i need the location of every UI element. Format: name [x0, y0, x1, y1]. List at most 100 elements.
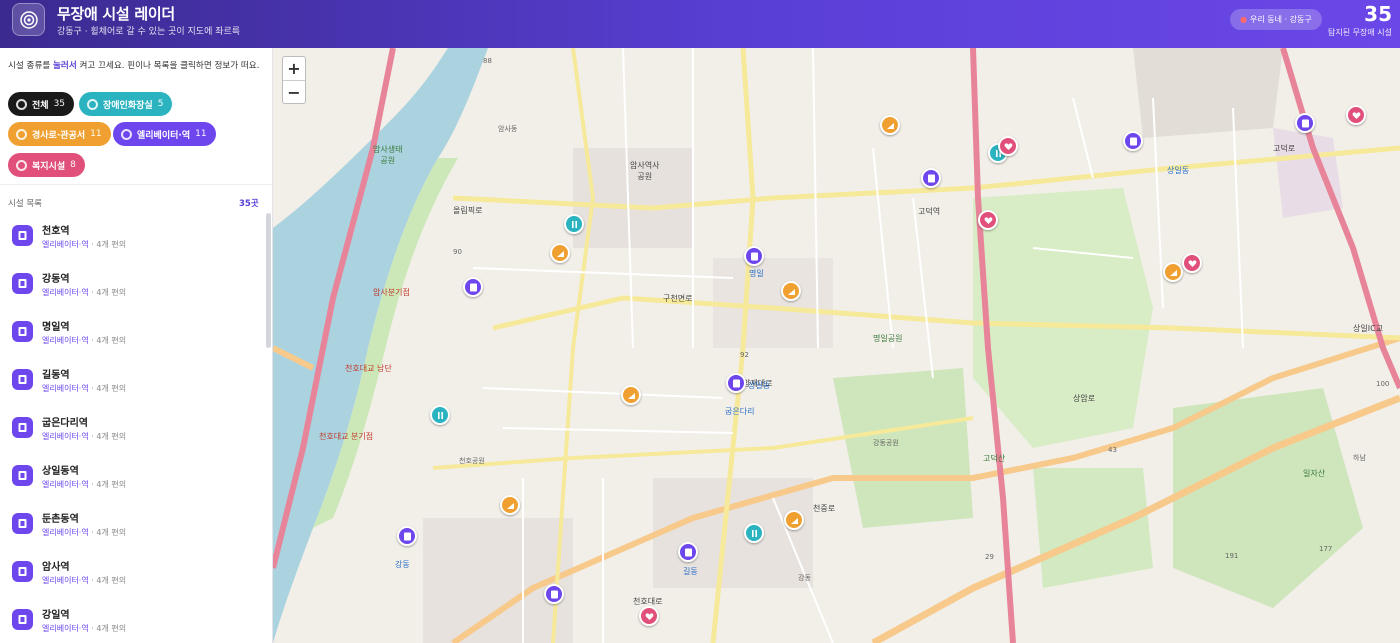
- list-item[interactable]: 굽은다리역 엘리베이터·역 · 4개 편의: [0, 405, 265, 453]
- filter-chip-ramp[interactable]: 경사로·관공서 11: [8, 122, 111, 146]
- chip-count: 8: [70, 160, 76, 170]
- list-scrollbar[interactable]: [266, 213, 271, 348]
- instruction-text: 시설 종류를 눌러서 켜고 끄세요. 핀이나 목록을 클릭하면 정보가 떠요.: [8, 61, 260, 71]
- elevator-icon: [12, 561, 33, 582]
- road-number: 92: [740, 351, 749, 359]
- chip-ring-icon: [16, 128, 27, 140]
- ramp-pin[interactable]: [500, 495, 520, 515]
- location-button[interactable]: ● 우리 동네 · 강동구: [1230, 9, 1322, 30]
- elevator-pin[interactable]: [463, 277, 483, 297]
- zoom-out-button[interactable]: −: [283, 80, 305, 103]
- list-item[interactable]: 둔촌동역 엘리베이터·역 · 4개 편의: [0, 501, 265, 549]
- filter-chip-elevator[interactable]: 엘리베이터·역 11: [113, 122, 216, 146]
- elevator-pin[interactable]: [726, 373, 746, 393]
- chip-ring-icon: [121, 128, 132, 140]
- map-label: 구천면로: [663, 294, 693, 303]
- sidebar: 시설 종류를 눌러서 켜고 끄세요. 핀이나 목록을 클릭하면 정보가 떠요. …: [0, 48, 273, 643]
- chip-ring-icon: [16, 159, 27, 171]
- list-item[interactable]: 길동역 엘리베이터·역 · 4개 편의: [0, 357, 265, 405]
- heart-icon: [1352, 111, 1360, 119]
- elevator-pin[interactable]: [1123, 131, 1143, 151]
- chip-ring-icon: [87, 98, 98, 110]
- restroom-pin[interactable]: [744, 523, 764, 543]
- welfare-pin[interactable]: [1346, 105, 1366, 125]
- list-item[interactable]: 상일동역 엘리베이터·역 · 4개 편의: [0, 453, 265, 501]
- list-count: 35곳: [239, 199, 259, 209]
- heart-icon: [1188, 259, 1196, 267]
- map-view[interactable]: + − 암사생태 공원 암사동 암사역사 공원 천호공원 강동공원 고덕역 상일…: [273, 48, 1400, 643]
- welfare-pin[interactable]: [639, 606, 659, 626]
- ramp-icon: [506, 502, 514, 509]
- chip-count: 35: [53, 99, 66, 109]
- elevator-icon: [684, 548, 692, 556]
- list-item[interactable]: 강동역 엘리베이터·역 · 4개 편의: [0, 261, 265, 309]
- pin-icon: ●: [1240, 15, 1247, 24]
- welfare-pin[interactable]: [1182, 253, 1202, 273]
- zoom-in-button[interactable]: +: [283, 57, 305, 80]
- facility-count-label: 탐지된 무장애 시설: [1328, 28, 1392, 37]
- elevator-pin[interactable]: [744, 246, 764, 266]
- elevator-pin[interactable]: [544, 584, 564, 604]
- list-heading: 시설 목록: [8, 199, 42, 209]
- elevator-pin[interactable]: [921, 168, 941, 188]
- map-label: 올림픽로: [453, 206, 483, 215]
- elevator-pin[interactable]: [678, 542, 698, 562]
- list-item[interactable]: 천호역 엘리베이터·역 · 4개 편의: [0, 213, 265, 261]
- elevator-pin[interactable]: [1295, 113, 1315, 133]
- road-number: 29: [985, 553, 994, 561]
- list-item[interactable]: 암사역 엘리베이터·역 · 4개 편의: [0, 549, 265, 597]
- restroom-pin[interactable]: [564, 214, 584, 234]
- ramp-pin[interactable]: [550, 243, 570, 263]
- item-name: 강일역: [42, 610, 70, 621]
- ramp-icon: [627, 392, 635, 399]
- app-title: 무장애 시설 레이더: [57, 5, 175, 23]
- list-item[interactable]: 명일역 엘리베이터·역 · 4개 편의: [0, 309, 265, 357]
- welfare-pin[interactable]: [998, 136, 1018, 156]
- item-name: 굽은다리역: [42, 418, 88, 429]
- ramp-pin[interactable]: [784, 510, 804, 530]
- elevator-pin[interactable]: [397, 526, 417, 546]
- location-label: 우리 동네 · 강동구: [1249, 15, 1312, 24]
- filter-chip-restroom[interactable]: 장애인화장실 5: [79, 92, 173, 116]
- restroom-icon: [437, 411, 443, 419]
- map-label: 천호공원: [459, 457, 485, 465]
- ramp-pin[interactable]: [621, 385, 641, 405]
- map-label: 고덕산: [983, 454, 1006, 463]
- ramp-pin[interactable]: [781, 281, 801, 301]
- map-label: 일자산: [1303, 469, 1326, 478]
- ramp-icon: [886, 122, 894, 129]
- station-label: 강동: [395, 560, 410, 569]
- map-label: 강동공원: [873, 439, 899, 447]
- ramp-icon: [1169, 269, 1177, 276]
- elevator-icon: [12, 513, 33, 534]
- map-label: 상일IC교: [1353, 324, 1384, 333]
- item-name: 강동역: [42, 274, 70, 285]
- welfare-pin[interactable]: [978, 210, 998, 230]
- chip-label: 엘리베이터·역: [137, 130, 191, 141]
- item-name: 상일동역: [42, 466, 79, 477]
- list-item[interactable]: 강일역 엘리베이터·역 · 4개 편의: [0, 597, 265, 643]
- item-meta: 엘리베이터·역 · 4개 편의: [42, 288, 127, 297]
- filter-chip-all[interactable]: 전체 35: [8, 92, 75, 116]
- app-subtitle: 강동구 · 휠체어로 갈 수 있는 곳이 지도에 좌르륵: [57, 27, 241, 37]
- restroom-pin[interactable]: [430, 405, 450, 425]
- item-meta: 엘리베이터·역 · 4개 편의: [42, 432, 127, 441]
- app-header: 무장애 시설 레이더 강동구 · 휠체어로 갈 수 있는 곳이 지도에 좌르륵 …: [0, 0, 1400, 48]
- radar-logo-icon: [12, 3, 45, 36]
- elevator-icon: [12, 369, 33, 390]
- road-number: 88: [483, 57, 492, 65]
- station-label: 명일: [749, 269, 764, 278]
- map-label: 암사역사 공원: [630, 161, 660, 181]
- elevator-icon: [12, 465, 33, 486]
- road-number: 90: [453, 248, 462, 256]
- ramp-pin[interactable]: [880, 115, 900, 135]
- zoom-control: + −: [282, 56, 306, 104]
- map-label: 하남: [1353, 454, 1366, 462]
- item-meta: 엘리베이터·역 · 4개 편의: [42, 480, 127, 489]
- filter-chip-welfare[interactable]: 복지시설 8: [8, 153, 85, 177]
- heart-icon: [645, 612, 653, 620]
- ramp-pin[interactable]: [1163, 262, 1183, 282]
- elevator-icon: [750, 252, 758, 260]
- elevator-icon: [1301, 119, 1309, 127]
- chip-label: 복지시설: [32, 161, 66, 172]
